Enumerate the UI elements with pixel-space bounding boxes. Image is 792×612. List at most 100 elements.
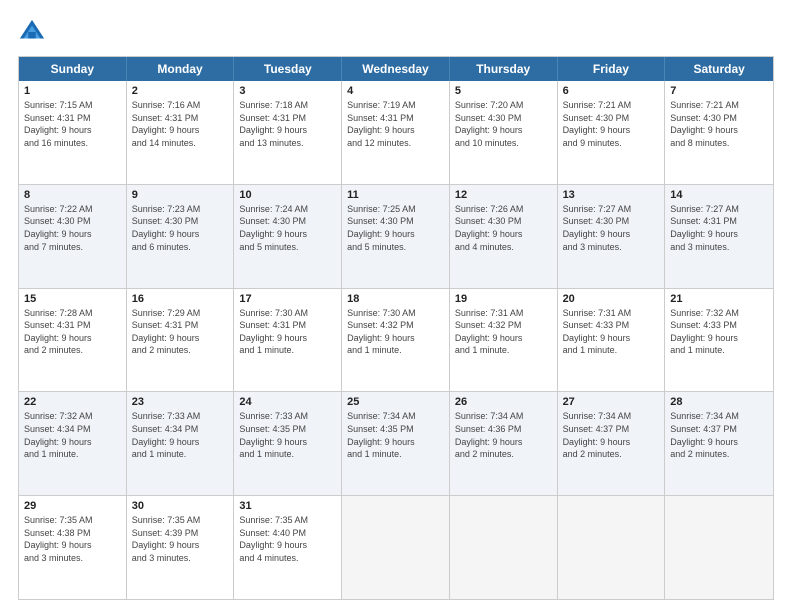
- day-info: Sunrise: 7:27 AM Sunset: 4:31 PM Dayligh…: [670, 203, 768, 253]
- day-info: Sunrise: 7:34 AM Sunset: 4:37 PM Dayligh…: [563, 410, 660, 460]
- day-cell-4: 4 Sunrise: 7:19 AM Sunset: 4:31 PM Daylig…: [342, 81, 450, 184]
- weekday-header-friday: Friday: [558, 57, 666, 81]
- empty-cell-r4-c5: [558, 496, 666, 599]
- day-number: 18: [347, 293, 444, 305]
- day-number: 29: [24, 500, 121, 512]
- day-info: Sunrise: 7:35 AM Sunset: 4:38 PM Dayligh…: [24, 514, 121, 564]
- day-info: Sunrise: 7:32 AM Sunset: 4:33 PM Dayligh…: [670, 307, 768, 357]
- day-info: Sunrise: 7:35 AM Sunset: 4:40 PM Dayligh…: [239, 514, 336, 564]
- empty-cell-r4-c6: [665, 496, 773, 599]
- day-cell-9: 9 Sunrise: 7:23 AM Sunset: 4:30 PM Daylig…: [127, 185, 235, 288]
- day-number: 8: [24, 189, 121, 201]
- weekday-header-sunday: Sunday: [19, 57, 127, 81]
- day-cell-15: 15 Sunrise: 7:28 AM Sunset: 4:31 PM Dayli…: [19, 289, 127, 392]
- day-cell-14: 14 Sunrise: 7:27 AM Sunset: 4:31 PM Dayli…: [665, 185, 773, 288]
- day-cell-27: 27 Sunrise: 7:34 AM Sunset: 4:37 PM Dayli…: [558, 392, 666, 495]
- day-number: 2: [132, 85, 229, 97]
- day-cell-25: 25Sunrise: 7:34 AM Sunset: 4:35 PM Dayli…: [342, 392, 450, 495]
- day-cell-7: 7Sunrise: 7:21 AM Sunset: 4:30 PM Daylig…: [665, 81, 773, 184]
- day-info: Sunrise: 7:29 AM Sunset: 4:31 PM Dayligh…: [132, 307, 229, 357]
- day-number: 13: [563, 189, 660, 201]
- day-cell-3: 3 Sunrise: 7:18 AM Sunset: 4:31 PM Daylig…: [234, 81, 342, 184]
- day-cell-22: 22 Sunrise: 7:32 AM Sunset: 4:34 PM Dayli…: [19, 392, 127, 495]
- day-cell-28: 28 Sunrise: 7:34 AM Sunset: 4:37 PM Dayli…: [665, 392, 773, 495]
- weekday-header-wednesday: Wednesday: [342, 57, 450, 81]
- day-number: 22: [24, 396, 121, 408]
- day-info: Sunrise: 7:19 AM Sunset: 4:31 PM Dayligh…: [347, 99, 444, 149]
- day-info: Sunrise: 7:15 AM Sunset: 4:31 PM Dayligh…: [24, 99, 121, 149]
- empty-cell-r4-c3: [342, 496, 450, 599]
- day-info: Sunrise: 7:32 AM Sunset: 4:34 PM Dayligh…: [24, 410, 121, 460]
- day-number: 28: [670, 396, 768, 408]
- day-number: 30: [132, 500, 229, 512]
- day-number: 27: [563, 396, 660, 408]
- day-number: 19: [455, 293, 552, 305]
- day-cell-29: 29 Sunrise: 7:35 AM Sunset: 4:38 PM Dayli…: [19, 496, 127, 599]
- day-number: 26: [455, 396, 552, 408]
- day-info: Sunrise: 7:34 AM Sunset: 4:36 PM Dayligh…: [455, 410, 552, 460]
- calendar: SundayMondayTuesdayWednesdayThursdayFrid…: [18, 56, 774, 600]
- day-number: 3: [239, 85, 336, 97]
- calendar-row-1: 1 Sunrise: 7:15 AM Sunset: 4:31 PM Daylig…: [19, 81, 773, 184]
- day-number: 21: [670, 293, 768, 305]
- weekday-header-saturday: Saturday: [665, 57, 773, 81]
- day-info: Sunrise: 7:28 AM Sunset: 4:31 PM Dayligh…: [24, 307, 121, 357]
- day-number: 16: [132, 293, 229, 305]
- day-info: Sunrise: 7:35 AM Sunset: 4:39 PM Dayligh…: [132, 514, 229, 564]
- day-number: 7: [670, 85, 768, 97]
- day-number: 15: [24, 293, 121, 305]
- day-info: Sunrise: 7:34 AM Sunset: 4:37 PM Dayligh…: [670, 410, 768, 460]
- day-info: Sunrise: 7:16 AM Sunset: 4:31 PM Dayligh…: [132, 99, 229, 149]
- day-info: Sunrise: 7:30 AM Sunset: 4:31 PM Dayligh…: [239, 307, 336, 357]
- day-number: 24: [239, 396, 336, 408]
- day-cell-20: 20 Sunrise: 7:31 AM Sunset: 4:33 PM Dayli…: [558, 289, 666, 392]
- day-cell-13: 13 Sunrise: 7:27 AM Sunset: 4:30 PM Dayli…: [558, 185, 666, 288]
- page: SundayMondayTuesdayWednesdayThursdayFrid…: [0, 0, 792, 612]
- calendar-row-3: 15 Sunrise: 7:28 AM Sunset: 4:31 PM Dayli…: [19, 288, 773, 392]
- day-info: Sunrise: 7:33 AM Sunset: 4:35 PM Dayligh…: [239, 410, 336, 460]
- day-cell-23: 23Sunrise: 7:33 AM Sunset: 4:34 PM Dayli…: [127, 392, 235, 495]
- day-cell-21: 21 Sunrise: 7:32 AM Sunset: 4:33 PM Dayli…: [665, 289, 773, 392]
- day-number: 1: [24, 85, 121, 97]
- day-number: 4: [347, 85, 444, 97]
- calendar-body: 1 Sunrise: 7:15 AM Sunset: 4:31 PM Daylig…: [19, 81, 773, 599]
- day-cell-12: 12 Sunrise: 7:26 AM Sunset: 4:30 PM Dayli…: [450, 185, 558, 288]
- day-cell-6: 6Sunrise: 7:21 AM Sunset: 4:30 PM Daylig…: [558, 81, 666, 184]
- day-info: Sunrise: 7:20 AM Sunset: 4:30 PM Dayligh…: [455, 99, 552, 149]
- day-number: 17: [239, 293, 336, 305]
- day-info: Sunrise: 7:22 AM Sunset: 4:30 PM Dayligh…: [24, 203, 121, 253]
- day-info: Sunrise: 7:26 AM Sunset: 4:30 PM Dayligh…: [455, 203, 552, 253]
- day-number: 31: [239, 500, 336, 512]
- day-info: Sunrise: 7:31 AM Sunset: 4:32 PM Dayligh…: [455, 307, 552, 357]
- day-number: 5: [455, 85, 552, 97]
- day-info: Sunrise: 7:24 AM Sunset: 4:30 PM Dayligh…: [239, 203, 336, 253]
- day-cell-8: 8 Sunrise: 7:22 AM Sunset: 4:30 PM Daylig…: [19, 185, 127, 288]
- day-cell-5: 5 Sunrise: 7:20 AM Sunset: 4:30 PM Daylig…: [450, 81, 558, 184]
- day-info: Sunrise: 7:27 AM Sunset: 4:30 PM Dayligh…: [563, 203, 660, 253]
- empty-cell-r4-c4: [450, 496, 558, 599]
- day-info: Sunrise: 7:18 AM Sunset: 4:31 PM Dayligh…: [239, 99, 336, 149]
- calendar-row-2: 8 Sunrise: 7:22 AM Sunset: 4:30 PM Daylig…: [19, 184, 773, 288]
- day-info: Sunrise: 7:23 AM Sunset: 4:30 PM Dayligh…: [132, 203, 229, 253]
- day-number: 12: [455, 189, 552, 201]
- day-info: Sunrise: 7:31 AM Sunset: 4:33 PM Dayligh…: [563, 307, 660, 357]
- day-cell-17: 17 Sunrise: 7:30 AM Sunset: 4:31 PM Dayli…: [234, 289, 342, 392]
- day-info: Sunrise: 7:30 AM Sunset: 4:32 PM Dayligh…: [347, 307, 444, 357]
- day-number: 20: [563, 293, 660, 305]
- day-cell-26: 26 Sunrise: 7:34 AM Sunset: 4:36 PM Dayli…: [450, 392, 558, 495]
- day-cell-19: 19 Sunrise: 7:31 AM Sunset: 4:32 PM Dayli…: [450, 289, 558, 392]
- day-cell-16: 16 Sunrise: 7:29 AM Sunset: 4:31 PM Dayli…: [127, 289, 235, 392]
- day-info: Sunrise: 7:33 AM Sunset: 4:34 PM Dayligh…: [132, 410, 229, 460]
- day-cell-11: 11Sunrise: 7:25 AM Sunset: 4:30 PM Dayli…: [342, 185, 450, 288]
- day-number: 9: [132, 189, 229, 201]
- calendar-row-5: 29 Sunrise: 7:35 AM Sunset: 4:38 PM Dayli…: [19, 495, 773, 599]
- weekday-header-thursday: Thursday: [450, 57, 558, 81]
- day-number: 14: [670, 189, 768, 201]
- day-number: 25: [347, 396, 444, 408]
- logo-icon: [18, 18, 46, 46]
- day-cell-1: 1 Sunrise: 7:15 AM Sunset: 4:31 PM Daylig…: [19, 81, 127, 184]
- calendar-header: SundayMondayTuesdayWednesdayThursdayFrid…: [19, 57, 773, 81]
- day-number: 10: [239, 189, 336, 201]
- day-cell-24: 24 Sunrise: 7:33 AM Sunset: 4:35 PM Dayli…: [234, 392, 342, 495]
- day-cell-10: 10 Sunrise: 7:24 AM Sunset: 4:30 PM Dayli…: [234, 185, 342, 288]
